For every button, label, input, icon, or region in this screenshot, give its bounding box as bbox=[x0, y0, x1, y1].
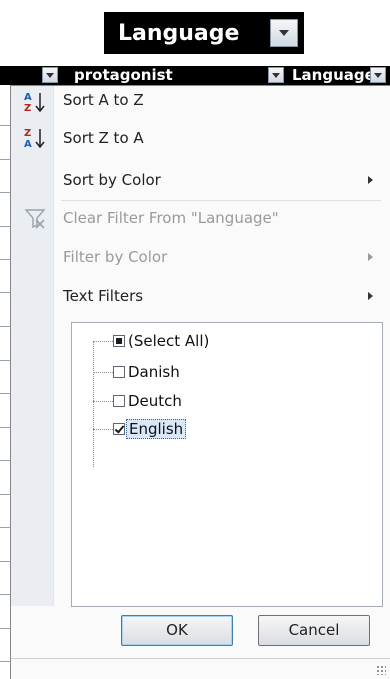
tree-line bbox=[93, 429, 113, 430]
grid-line bbox=[0, 628, 10, 629]
grid-line bbox=[0, 259, 10, 260]
select-all-checkbox[interactable] bbox=[113, 335, 125, 347]
grid-line bbox=[0, 226, 10, 227]
checkmark-icon bbox=[114, 423, 125, 434]
menu-sort-a-to-z[interactable]: Sort A to Z bbox=[63, 86, 379, 114]
grid-line bbox=[0, 594, 10, 595]
chevron-down-icon bbox=[272, 72, 280, 78]
submenu-arrow-icon bbox=[368, 253, 373, 261]
protagonist-header: protagonist bbox=[74, 66, 173, 84]
resize-grip-icon[interactable] bbox=[376, 665, 386, 675]
danish-checkbox[interactable] bbox=[113, 366, 125, 378]
grid-line bbox=[0, 159, 10, 160]
column-filter-button[interactable] bbox=[42, 67, 58, 83]
menu-clear-filter[interactable]: Clear Filter From "Language" bbox=[63, 204, 379, 232]
menu-item-label: Text Filters bbox=[63, 287, 144, 305]
sort-desc-icon: Z A bbox=[24, 128, 45, 150]
grid-line bbox=[0, 360, 10, 361]
menu-item-label: Sort Z to A bbox=[63, 129, 144, 147]
svg-text:Z: Z bbox=[24, 103, 31, 114]
menu-item-label: Clear Filter From "Language" bbox=[63, 209, 279, 227]
grid-line bbox=[0, 292, 10, 293]
menu-sort-by-color[interactable]: Sort by Color bbox=[63, 166, 379, 194]
grid-line bbox=[0, 326, 10, 327]
menu-icon-strip bbox=[11, 86, 54, 606]
grid-line bbox=[0, 460, 10, 461]
tree-line bbox=[93, 341, 94, 467]
deutch-checkbox[interactable] bbox=[113, 395, 125, 407]
menu-sort-z-to-a[interactable]: Sort Z to A bbox=[63, 124, 379, 152]
language-column-header: Language bbox=[104, 12, 304, 54]
grid-line bbox=[0, 561, 10, 562]
clear-filter-icon bbox=[24, 209, 46, 229]
english-label: English bbox=[126, 419, 187, 439]
chevron-down-icon bbox=[374, 72, 382, 78]
grid-line bbox=[0, 125, 10, 126]
language-header: Language bbox=[292, 66, 375, 84]
danish-label: Danish bbox=[128, 363, 180, 381]
svg-text:A: A bbox=[24, 139, 32, 150]
chevron-down-icon bbox=[46, 72, 54, 78]
ok-button[interactable]: OK bbox=[121, 615, 233, 646]
menu-text-filters[interactable]: Text Filters bbox=[63, 282, 379, 310]
sort-asc-icon: A Z bbox=[24, 92, 45, 114]
menu-separator bbox=[61, 200, 381, 201]
table-header-row: protagonist Language bbox=[0, 66, 390, 85]
header-label: Language bbox=[118, 20, 240, 46]
grid-line bbox=[0, 427, 10, 428]
svg-text:Z: Z bbox=[24, 128, 31, 139]
english-checkbox[interactable] bbox=[113, 423, 125, 435]
indeterminate-mark bbox=[116, 338, 122, 344]
cancel-button[interactable]: Cancel bbox=[258, 615, 370, 646]
select-all-label: (Select All) bbox=[128, 332, 210, 350]
tree-line bbox=[93, 372, 113, 373]
autofilter-menu: A Z Sort A to Z Z A Sort Z to A Sort by … bbox=[10, 85, 390, 679]
menu-item-label: Sort by Color bbox=[63, 171, 161, 189]
tree-line bbox=[93, 341, 113, 342]
language-filter-button[interactable] bbox=[370, 67, 386, 83]
grid-line bbox=[0, 527, 10, 528]
grid-line bbox=[0, 661, 10, 662]
filter-value-list[interactable]: (Select All) Danish Deutch English bbox=[71, 322, 383, 607]
deutch-label: Deutch bbox=[128, 392, 182, 410]
svg-text:A: A bbox=[24, 92, 32, 103]
grid-line bbox=[0, 393, 10, 394]
tree-line bbox=[93, 401, 113, 402]
submenu-arrow-icon bbox=[368, 176, 373, 184]
grid-line bbox=[0, 192, 10, 193]
protagonist-filter-button[interactable] bbox=[268, 67, 284, 83]
menu-bottom-border bbox=[11, 658, 390, 659]
submenu-arrow-icon bbox=[368, 292, 373, 300]
chevron-down-icon bbox=[279, 30, 289, 36]
filter-dropdown-button[interactable] bbox=[270, 19, 298, 47]
menu-item-label: Sort A to Z bbox=[63, 91, 144, 109]
menu-item-label: Filter by Color bbox=[63, 248, 168, 266]
grid-line bbox=[0, 494, 10, 495]
menu-filter-by-color[interactable]: Filter by Color bbox=[63, 243, 379, 271]
